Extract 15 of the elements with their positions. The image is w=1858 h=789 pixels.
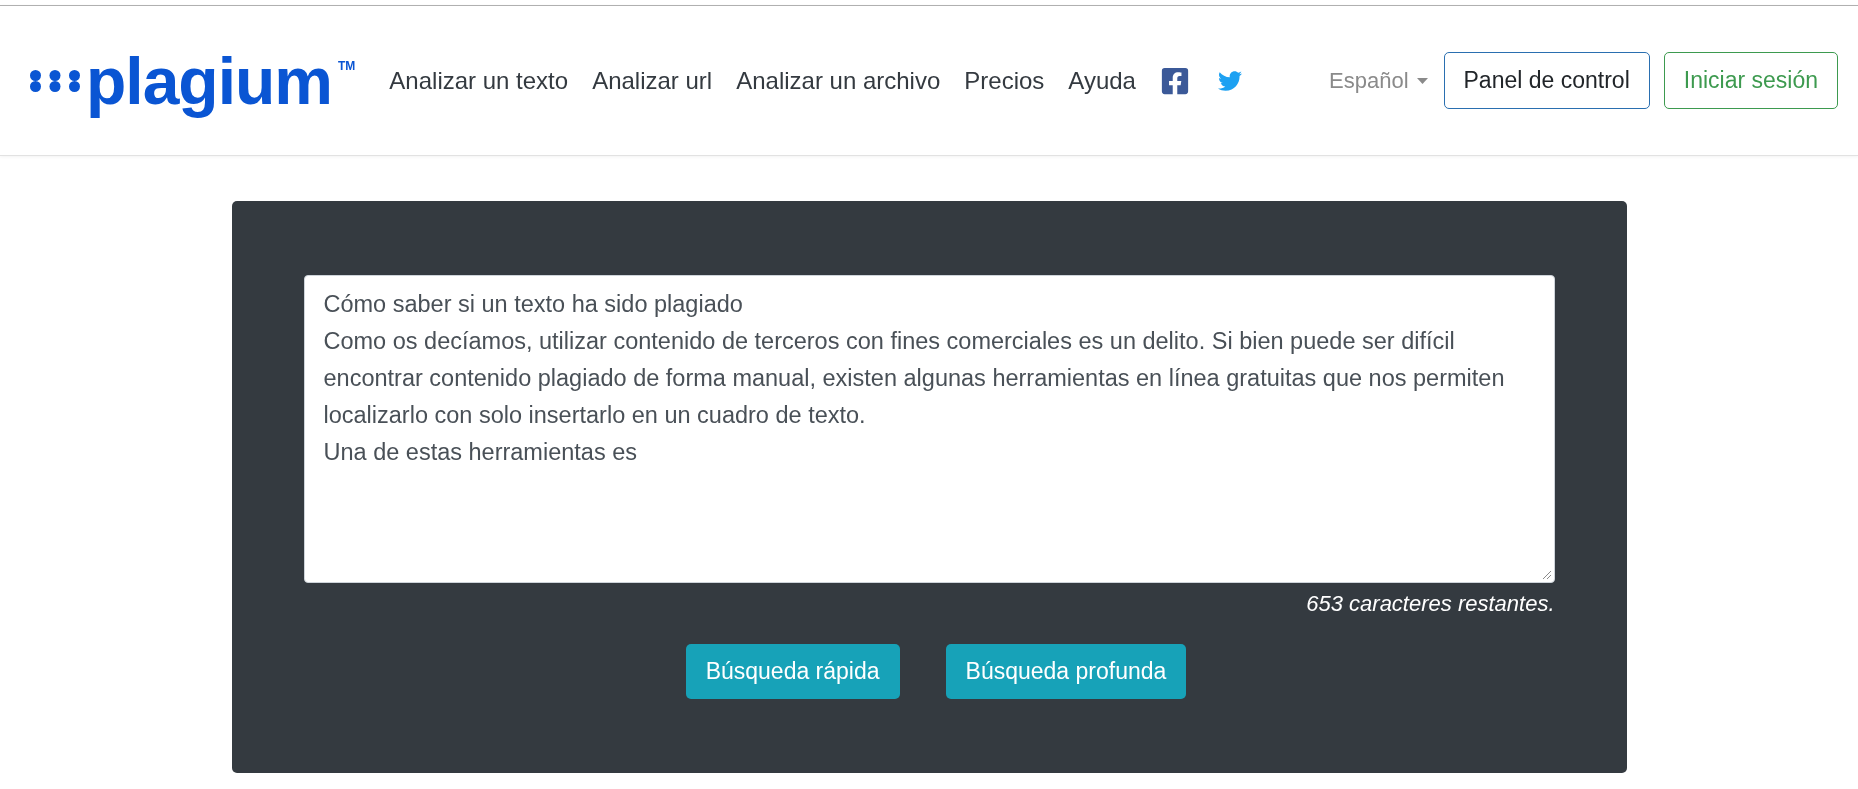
nav-link[interactable]: Precios <box>964 62 1045 99</box>
facebook-icon[interactable] <box>1159 65 1190 96</box>
text-area-field[interactable]: Cómo saber si un texto ha sido plagiado Como os decíamos, utilizar contenido de terceros con fines comerciales es un delito. Si bien puede ser difícil encontrar contenido plagiado de forma manual, existen algunas herramientas en línea gratuitas que nos permiten localizarlo con solo insertarlo en un cuadro de texto. Una de estas herramientas es <box>303 275 1555 583</box>
header-button[interactable]: Iniciar sesión <box>1663 52 1838 109</box>
nav-link[interactable]: Ayuda <box>1068 62 1136 99</box>
trademark-sign: TM <box>338 59 356 72</box>
nav-link[interactable]: Analizar un archivo <box>736 62 941 99</box>
nav-link[interactable]: Analizar url <box>592 62 713 99</box>
caret-icon <box>1416 77 1428 84</box>
logo-wordmark[interactable]: plagium <box>86 45 332 116</box>
header-button[interactable]: Panel de control <box>1443 52 1650 109</box>
characters-remaining: 653 caracteres restantes. <box>1306 590 1555 618</box>
nav-link[interactable]: Analizar un texto <box>389 62 569 99</box>
dots-icon <box>30 69 80 92</box>
resize-grip-icon[interactable] <box>1541 570 1552 580</box>
